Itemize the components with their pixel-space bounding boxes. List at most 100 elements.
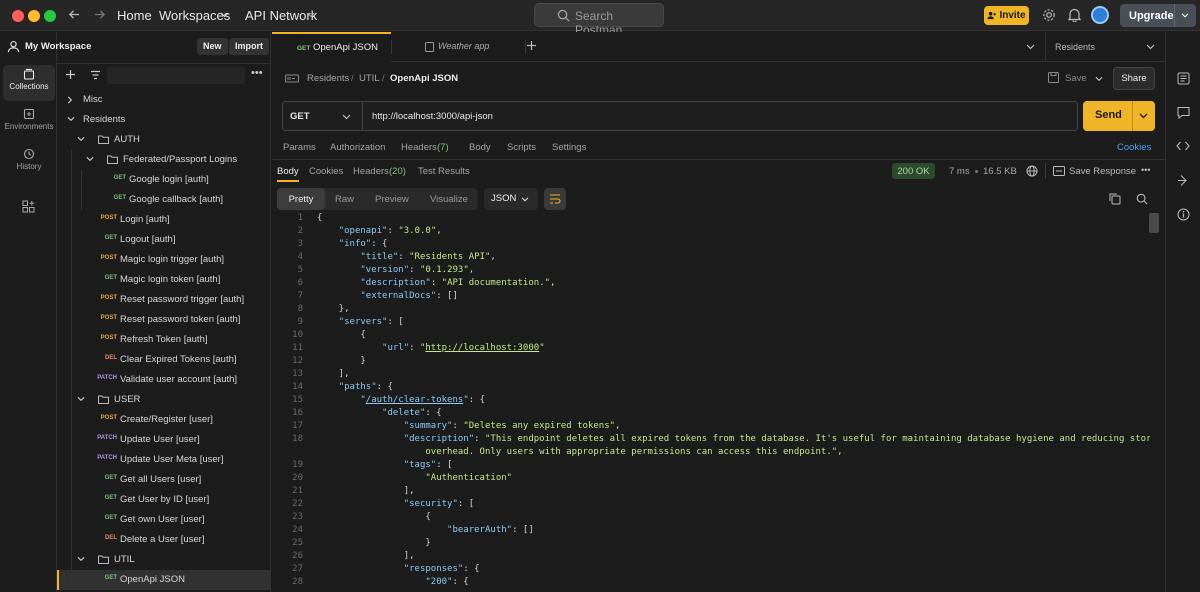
cookies-link[interactable]: Cookies xyxy=(1117,142,1151,153)
workspace-name[interactable]: My Workspace xyxy=(25,41,91,52)
chevron-right-icon[interactable] xyxy=(67,96,73,104)
sidebar-request-item[interactable]: GET Google login [auth] xyxy=(57,170,271,190)
response-time[interactable]: 7 ms xyxy=(949,166,970,177)
add-widget-icon[interactable] xyxy=(22,200,35,213)
save-button[interactable]: Save xyxy=(1065,73,1087,84)
more-options-icon[interactable]: ••• xyxy=(251,67,263,79)
user-avatar[interactable] xyxy=(1091,6,1109,24)
back-arrow-icon[interactable] xyxy=(68,8,81,21)
tab-authorization[interactable]: Authorization xyxy=(330,142,385,153)
tab-weather-app[interactable]: Weather app xyxy=(422,32,532,62)
method-select[interactable]: GET xyxy=(290,111,310,122)
tabs-overflow-chevron-icon[interactable] xyxy=(1026,44,1035,50)
code-line: 22 "security": [ xyxy=(0,499,1150,512)
new-button[interactable]: New xyxy=(197,38,228,55)
invite-button[interactable]: Invite xyxy=(984,6,1029,25)
tab-params[interactable]: Params xyxy=(283,142,316,153)
chevron-down-icon[interactable] xyxy=(1181,13,1189,18)
global-search-input[interactable]: Search Postman xyxy=(534,3,664,37)
forward-arrow-icon[interactable] xyxy=(93,8,106,21)
chevron-down-icon xyxy=(307,12,315,18)
code-line: 14 "paths": { xyxy=(0,382,1150,395)
send-button[interactable]: Send xyxy=(1083,101,1155,131)
environment-selector[interactable]: Residents xyxy=(1055,42,1095,52)
chevron-down-icon[interactable] xyxy=(77,136,85,142)
rail-history[interactable]: History xyxy=(3,145,55,181)
window-minimize-button[interactable] xyxy=(28,10,40,22)
view-preview[interactable]: Preview xyxy=(375,194,409,205)
url-input[interactable]: http://localhost:3000/api-json xyxy=(372,111,493,122)
chevron-down-icon[interactable] xyxy=(67,116,75,122)
notifications-bell-icon[interactable] xyxy=(1068,8,1081,22)
wrap-lines-button[interactable] xyxy=(544,188,566,210)
info-icon[interactable] xyxy=(1177,208,1190,221)
chevron-down-icon[interactable] xyxy=(342,114,351,120)
folder-icon xyxy=(98,135,109,144)
response-tab-body[interactable]: Body xyxy=(277,166,299,177)
new-tab-plus-icon[interactable] xyxy=(526,40,537,51)
tab-body[interactable]: Body xyxy=(469,142,491,153)
tab-headers[interactable]: Headers xyxy=(401,142,437,153)
code-snippet-icon[interactable] xyxy=(1176,140,1190,152)
code-text: "servers": [ xyxy=(338,317,404,327)
view-pretty[interactable]: Pretty xyxy=(277,188,325,210)
response-tab-cookies[interactable]: Cookies xyxy=(309,166,343,177)
code-text: "Authentication" xyxy=(425,473,513,483)
save-options-chevron-icon[interactable] xyxy=(1095,76,1103,82)
line-number: 2 xyxy=(297,226,303,236)
window-close-button[interactable] xyxy=(12,10,24,22)
home-link[interactable]: Home xyxy=(117,8,152,23)
sidebar-folder-item[interactable]: Residents xyxy=(57,110,271,130)
breadcrumb-request[interactable]: OpenApi JSON xyxy=(390,73,458,84)
share-button[interactable]: Share xyxy=(1113,67,1155,90)
chevron-down-icon[interactable] xyxy=(1146,44,1155,50)
code-line: 16 "delete": { xyxy=(0,408,1150,421)
collections-icon xyxy=(23,68,35,80)
rail-collections[interactable]: Collections xyxy=(3,65,55,101)
sidebar-folder-item[interactable]: AUTH xyxy=(57,130,271,150)
code-text: "description": "API documentation.", xyxy=(360,278,556,288)
documentation-icon[interactable] xyxy=(1177,72,1190,85)
sidebar-folder-item[interactable]: Federated/Passport Logins xyxy=(57,150,271,170)
search-icon[interactable] xyxy=(1136,193,1148,205)
copy-icon[interactable] xyxy=(1109,193,1121,205)
comments-icon[interactable] xyxy=(1177,106,1190,119)
tab-settings[interactable]: Settings xyxy=(552,142,586,153)
settings-gear-icon[interactable] xyxy=(1042,8,1056,22)
filter-icon[interactable] xyxy=(90,70,101,80)
response-size[interactable]: 16.5 KB xyxy=(983,166,1017,177)
rail-environments[interactable]: Environments xyxy=(3,105,55,141)
breadcrumb-folder[interactable]: UTIL xyxy=(359,73,380,84)
save-response-button[interactable]: Save Response xyxy=(1069,166,1136,177)
tree-item-label: AUTH xyxy=(114,134,140,145)
breadcrumb-collection[interactable]: Residents xyxy=(307,73,349,84)
import-button[interactable]: Import xyxy=(229,38,269,55)
chevron-down-icon[interactable] xyxy=(1139,113,1148,119)
sidebar-request-item[interactable]: GET Google callback [auth] xyxy=(57,190,271,210)
tab-scripts[interactable]: Scripts xyxy=(507,142,536,153)
code-text: "version": "0.1.293", xyxy=(360,265,475,275)
more-options-icon[interactable]: ••• xyxy=(1141,165,1150,175)
chevron-down-icon[interactable] xyxy=(86,156,94,162)
globe-icon[interactable] xyxy=(1026,165,1038,177)
format-select[interactable]: JSON xyxy=(484,188,538,210)
line-number: 7 xyxy=(297,291,303,301)
window-maximize-button[interactable] xyxy=(44,10,56,22)
indent-guide xyxy=(81,170,82,210)
document-icon xyxy=(425,42,434,52)
line-number: 14 xyxy=(292,382,303,392)
status-badge[interactable]: 200 OK xyxy=(892,163,935,179)
upgrade-button[interactable]: Upgrade xyxy=(1120,4,1196,27)
editor-scrollbar-thumb[interactable] xyxy=(1149,213,1159,233)
response-tab-test-results[interactable]: Test Results xyxy=(418,166,470,177)
view-raw[interactable]: Raw xyxy=(335,194,354,205)
sidebar-filter-input[interactable] xyxy=(107,67,245,84)
view-visualize[interactable]: Visualize xyxy=(430,194,468,205)
response-tab-headers[interactable]: Headers xyxy=(353,166,389,177)
response-body-editor[interactable]: 1{2 "openapi": "3.0.0", 3 "info": {4 "tit… xyxy=(0,213,1150,592)
tab-openapi-json[interactable]: GET OpenApi JSON xyxy=(272,32,391,62)
related-collections-icon[interactable] xyxy=(1177,174,1190,187)
request-tabs-bar: GET OpenApi JSON Weather app Residents xyxy=(272,32,1200,62)
sidebar-folder-item[interactable]: Misc xyxy=(57,90,271,110)
plus-icon[interactable] xyxy=(65,69,76,80)
